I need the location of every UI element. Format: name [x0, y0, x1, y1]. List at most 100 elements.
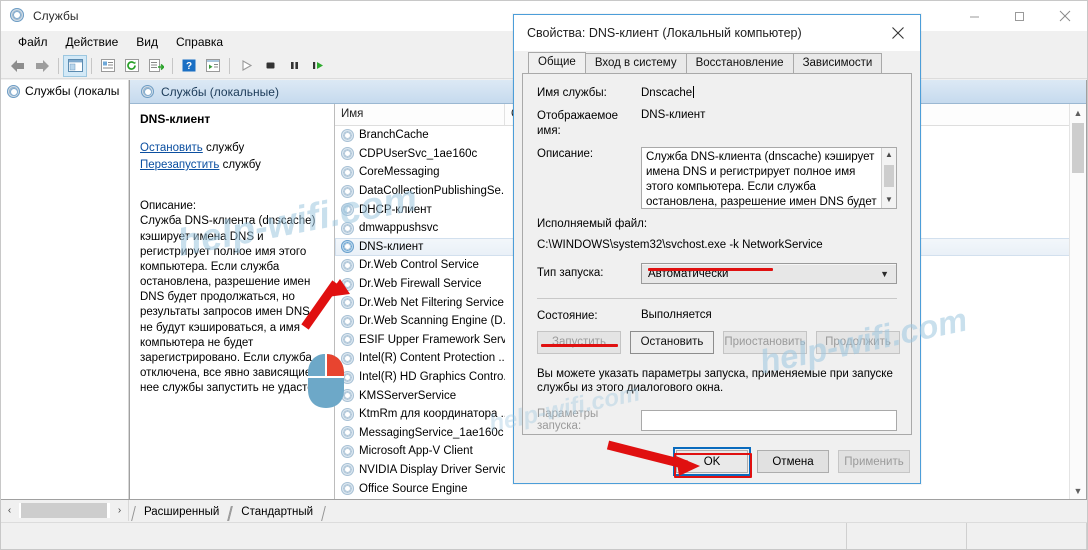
start-button-underline — [541, 344, 618, 347]
hscroll-thumb[interactable] — [21, 503, 107, 518]
restart-service-link-suffix: службу — [219, 159, 260, 171]
service-name-cell: Microsoft App-V Client — [335, 445, 505, 458]
display-name-label: Отображаемое имя: — [537, 109, 641, 138]
service-gear-icon — [341, 240, 354, 253]
toolbar-separator — [91, 58, 92, 74]
text-caret — [693, 86, 694, 98]
hscroll-track[interactable] — [19, 503, 110, 518]
service-name-cell: Dr.Web Firewall Service — [335, 278, 505, 291]
startup-type-underline — [648, 268, 773, 271]
hscroll-left-icon[interactable]: ‹ — [1, 502, 18, 519]
selected-service-name: DNS-клиент — [140, 112, 324, 128]
executable-label: Исполняемый файл: — [537, 218, 897, 230]
minimize-icon[interactable] — [952, 1, 997, 31]
scroll-up-icon[interactable]: ▲ — [1070, 104, 1086, 121]
chevron-down-icon: ▼ — [880, 269, 889, 279]
tree-item-services-local[interactable]: Службы (локалы — [1, 80, 128, 102]
service-name-cell: Intel(R) HD Graphics Contro.. — [335, 371, 505, 384]
menu-file[interactable]: Файл — [9, 33, 57, 51]
stop-service-link[interactable]: Остановить — [140, 142, 203, 154]
pause-service-button[interactable]: Приостановить — [723, 331, 807, 354]
stop-service-icon[interactable] — [258, 55, 282, 77]
dialog-close-icon[interactable] — [876, 15, 920, 51]
toolbar-separator — [229, 58, 230, 74]
restart-service-link-row: Перезапустить службу — [140, 158, 324, 173]
column-header-name[interactable]: ⌃ Имя — [335, 104, 505, 125]
dialog-title: Свойства: DNS-клиент (Локальный компьюте… — [527, 26, 802, 40]
service-name-value-wrap: Dnscache — [641, 86, 694, 100]
resume-service-button[interactable]: Продолжить — [816, 331, 900, 354]
service-gear-icon — [341, 315, 354, 328]
back-icon[interactable] — [6, 55, 30, 77]
maximize-icon[interactable] — [997, 1, 1042, 31]
stop-service-link-row: Остановить службу — [140, 141, 324, 156]
statusbar — [1, 522, 1087, 549]
state-label: Состояние: — [537, 309, 641, 323]
tab-dependencies[interactable]: Зависимости — [793, 53, 883, 73]
cancel-button[interactable]: Отмена — [757, 450, 829, 473]
apply-button[interactable]: Применить — [838, 450, 910, 473]
pause-service-icon[interactable] — [282, 55, 306, 77]
stop-service-button[interactable]: Остановить — [630, 331, 714, 354]
restart-service-link[interactable]: Перезапустить — [140, 159, 219, 171]
service-name-value: Dnscache — [641, 87, 692, 99]
description-scrollbar[interactable]: ▲ ▼ — [881, 148, 896, 208]
tab-logon[interactable]: Вход в систему — [585, 53, 687, 73]
description-scroll-up-icon[interactable]: ▲ — [882, 148, 896, 163]
start-service-button[interactable]: Запустить — [537, 331, 621, 354]
startup-parameters-row: Параметры запуска: — [537, 408, 897, 432]
executable-path: C:\WINDOWS\system32\svchost.exe -k Netwo… — [537, 239, 897, 251]
menu-view[interactable]: Вид — [127, 33, 167, 51]
startup-parameters-input[interactable] — [641, 410, 897, 431]
service-name-cell: NVIDIA Display Driver Service — [335, 463, 505, 476]
service-name-cell: Dr.Web Net Filtering Service — [335, 296, 505, 309]
scroll-down-icon[interactable]: ▼ — [1070, 482, 1086, 499]
tab-general[interactable]: Общие — [528, 52, 586, 73]
start-service-icon[interactable] — [234, 55, 258, 77]
service-name-text: dmwappushsvc — [359, 222, 438, 234]
description-textarea[interactable]: Служба DNS-клиента (dnscache) кэширует и… — [641, 147, 897, 209]
description-scroll-down-icon[interactable]: ▼ — [882, 193, 896, 208]
description-row: Описание: Служба DNS-клиента (dnscache) … — [537, 147, 897, 209]
close-icon[interactable] — [1042, 1, 1087, 31]
service-name-text: DNS-клиент — [359, 241, 423, 253]
export-list-icon[interactable] — [144, 55, 168, 77]
dialog-titlebar: Свойства: DNS-клиент (Локальный компьюте… — [514, 15, 920, 51]
display-name-value[interactable]: DNS-клиент — [641, 109, 705, 138]
startup-type-select[interactable]: Автоматически ▼ — [641, 263, 897, 284]
toolbar-separator — [172, 58, 173, 74]
service-name-cell: KtmRm для координатора .. — [335, 408, 505, 421]
tree-horizontal-scrollbar[interactable]: ‹ › — [1, 500, 129, 521]
description-scrollbar-thumb[interactable] — [884, 165, 894, 187]
forward-icon[interactable] — [30, 55, 54, 77]
show-hide-tree-icon[interactable] — [63, 55, 87, 77]
tab-recovery[interactable]: Восстановление — [686, 53, 794, 73]
service-name-cell: CDPUserSvc_1ae160c — [335, 147, 505, 160]
menu-help[interactable]: Справка — [167, 33, 232, 51]
view-detail-icon[interactable] — [201, 55, 225, 77]
service-name-cell: DataCollectionPublishingSe.. — [335, 185, 505, 198]
help-icon[interactable]: ? — [177, 55, 201, 77]
menu-action[interactable]: Действие — [57, 33, 128, 51]
services-gear-icon — [10, 8, 26, 24]
service-name-text: KMSServerService — [359, 390, 456, 402]
console-tree-pane: Службы (локалы — [1, 80, 129, 499]
service-gear-icon — [341, 166, 354, 179]
dialog-general-page: Имя службы: Dnscache Отображаемое имя: D… — [522, 73, 912, 435]
hscroll-right-icon[interactable]: › — [111, 502, 128, 519]
startup-parameters-label: Параметры запуска: — [537, 408, 641, 432]
services-list-scrollbar[interactable]: ▲ ▼ — [1069, 104, 1086, 499]
service-gear-icon — [341, 147, 354, 160]
properties-icon[interactable] — [96, 55, 120, 77]
service-gear-icon — [341, 259, 354, 272]
tab-standard[interactable]: Стандартный — [230, 504, 324, 521]
refresh-icon[interactable] — [120, 55, 144, 77]
service-gear-icon — [341, 333, 354, 346]
service-gear-icon — [341, 296, 354, 309]
service-name-cell: BranchCache — [335, 129, 505, 142]
scrollbar-thumb[interactable] — [1072, 123, 1084, 173]
tab-extended[interactable]: Расширенный — [133, 504, 230, 521]
restart-service-icon[interactable] — [306, 55, 330, 77]
service-gear-icon — [341, 482, 354, 495]
service-gear-icon — [341, 222, 354, 235]
